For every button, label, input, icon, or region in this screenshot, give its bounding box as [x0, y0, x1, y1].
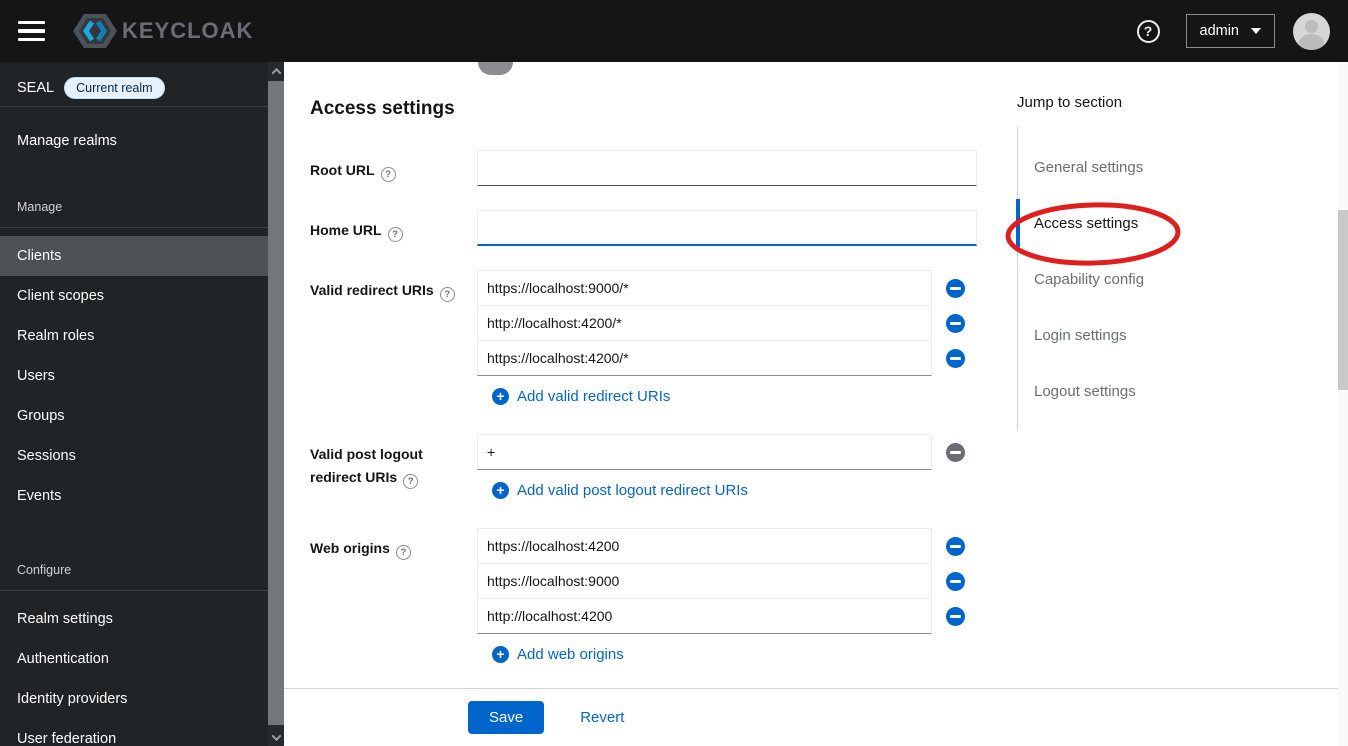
masthead: KEYCLOAK ? admin — [0, 0, 1348, 62]
web-origin-input[interactable] — [477, 528, 932, 564]
realm-selector[interactable]: SEAL Current realm — [0, 70, 268, 107]
remove-uri-icon-disabled — [946, 442, 965, 462]
redirect-uri-input[interactable] — [477, 270, 932, 306]
keycloak-logo: KEYCLOAK — [72, 11, 253, 51]
sidebar-section-manage: Manage — [17, 200, 63, 214]
sidebar-item-clients[interactable]: Clients — [0, 236, 268, 276]
web-origin-input[interactable] — [477, 598, 932, 634]
help-question-icon[interactable]: ? — [380, 167, 396, 183]
post-logout-uris-row: Valid post logout redirect URIs? + Add v… — [284, 434, 1348, 500]
keycloak-hexagon-icon — [73, 14, 117, 48]
remove-uri-icon[interactable] — [946, 606, 965, 626]
jump-item-logout-settings[interactable]: Logout settings — [1018, 363, 1317, 419]
home-url-label: Home URL? — [310, 210, 477, 246]
add-redirect-uri-button[interactable]: + Add valid redirect URIs — [492, 388, 670, 405]
jump-item-access-settings[interactable]: Access settings — [1015, 195, 1317, 251]
sidebar-item-events[interactable]: Events — [0, 476, 268, 516]
help-question-icon[interactable]: ? — [439, 287, 455, 303]
save-button[interactable]: Save — [468, 701, 545, 734]
help-icon[interactable]: ? — [1136, 19, 1160, 43]
help-question-icon[interactable]: ? — [387, 227, 403, 243]
valid-redirect-uris-label: Valid redirect URIs? — [310, 270, 477, 406]
sidebar: SEAL Current realm Manage realms Manage … — [0, 62, 284, 746]
sidebar-item-realm-settings[interactable]: Realm settings — [0, 599, 268, 639]
sidebar-item-authentication[interactable]: Authentication — [0, 639, 268, 679]
add-post-logout-uri-button[interactable]: + Add valid post logout redirect URIs — [492, 482, 748, 499]
current-realm-badge: Current realm — [64, 77, 165, 99]
sidebar-item-user-federation[interactable]: User federation — [0, 719, 268, 746]
plus-icon: + — [492, 388, 509, 405]
web-origins-label: Web origins? — [310, 528, 477, 664]
sidebar-item-users[interactable]: Users — [0, 356, 268, 396]
chevron-down-icon — [1251, 28, 1261, 34]
brand-text: KEYCLOAK — [122, 18, 254, 43]
jump-to-section-nav: Jump to section General settings Access … — [1005, 94, 1317, 431]
avatar[interactable] — [1293, 12, 1330, 50]
remove-uri-icon[interactable] — [946, 536, 965, 556]
home-url-input[interactable] — [477, 210, 977, 246]
page-scrollbar-thumb[interactable] — [1338, 210, 1348, 390]
help-question-icon[interactable]: ? — [403, 474, 419, 490]
remove-uri-icon[interactable] — [946, 571, 965, 591]
root-url-input[interactable] — [477, 150, 977, 186]
page-scrollbar[interactable] — [1338, 62, 1348, 746]
post-logout-uri-input[interactable] — [477, 434, 932, 470]
sidebar-item-groups[interactable]: Groups — [0, 396, 268, 436]
sidebar-item-manage-realms[interactable]: Manage realms — [0, 121, 268, 161]
web-origins-row: Web origins? + — [284, 528, 1348, 664]
scroll-down-icon[interactable] — [268, 728, 284, 746]
sidebar-scrollbar-thumb[interactable] — [268, 81, 284, 725]
redirect-uri-input[interactable] — [477, 305, 932, 341]
sidebar-item-sessions[interactable]: Sessions — [0, 436, 268, 476]
scroll-up-icon[interactable] — [268, 62, 284, 80]
form-action-bar: Save Revert — [284, 688, 1338, 746]
remove-uri-icon[interactable] — [946, 348, 965, 368]
sidebar-item-client-scopes[interactable]: Client scopes — [0, 276, 268, 316]
hamburger-menu-icon[interactable] — [18, 19, 48, 43]
jump-item-general-settings[interactable]: General settings — [1018, 139, 1317, 195]
revert-button[interactable]: Revert — [580, 709, 624, 726]
remove-uri-icon[interactable] — [946, 313, 965, 333]
plus-icon: + — [492, 482, 509, 499]
sidebar-section-configure: Configure — [17, 563, 72, 577]
root-url-label: Root URL? — [310, 150, 477, 186]
remove-uri-icon[interactable] — [946, 278, 965, 298]
help-question-icon[interactable]: ? — [395, 545, 411, 561]
redirect-uri-input[interactable] — [477, 340, 932, 376]
jump-item-capability-config[interactable]: Capability config — [1018, 251, 1317, 307]
sidebar-scrollbar[interactable] — [268, 62, 284, 746]
post-logout-uris-label: Valid post logout redirect URIs? — [310, 434, 477, 500]
sidebar-item-identity-providers[interactable]: Identity providers — [0, 679, 268, 719]
plus-icon: + — [492, 646, 509, 663]
jump-nav-title: Jump to section — [1017, 94, 1123, 111]
sidebar-item-realm-roles[interactable]: Realm roles — [0, 316, 268, 356]
realm-name: SEAL — [17, 80, 55, 96]
main-panel: Access settings Root URL? Home URL? Vali… — [284, 62, 1348, 746]
add-web-origin-button[interactable]: + Add web origins — [492, 646, 624, 663]
username-label: admin — [1199, 23, 1240, 39]
web-origin-input[interactable] — [477, 563, 932, 599]
user-menu-dropdown[interactable]: admin — [1185, 14, 1275, 48]
jump-item-login-settings[interactable]: Login settings — [1018, 307, 1317, 363]
